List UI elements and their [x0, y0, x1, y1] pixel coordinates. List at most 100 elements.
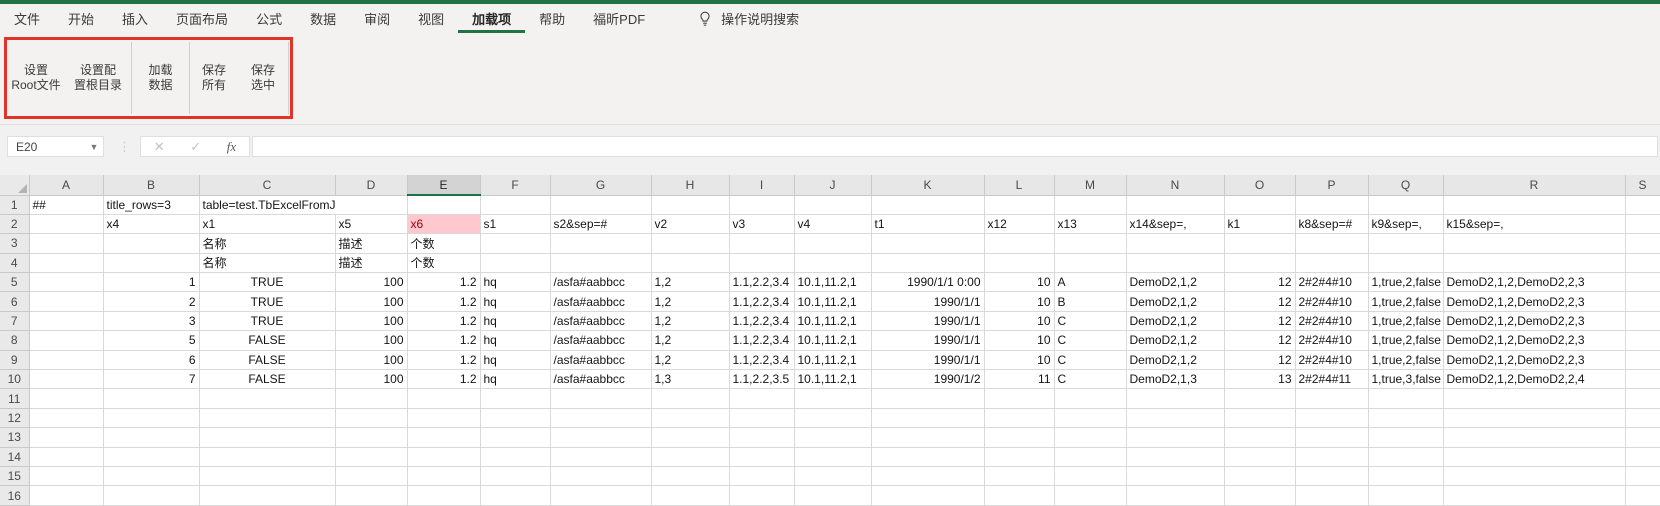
cell-R5[interactable]: DemoD2,1,2,DemoD2,2,3	[1443, 273, 1625, 292]
cell-C14[interactable]	[199, 447, 335, 466]
cell-N12[interactable]	[1126, 408, 1224, 427]
cell-E10[interactable]: 1.2	[407, 370, 480, 389]
cell-G15[interactable]	[550, 466, 651, 485]
cell-M8[interactable]: C	[1054, 331, 1126, 350]
cell-C3[interactable]: 名称	[199, 234, 335, 253]
cell-O10[interactable]: 13	[1224, 370, 1295, 389]
cell-I16[interactable]	[729, 486, 794, 505]
cell-P14[interactable]	[1295, 447, 1368, 466]
cell-G6[interactable]: /asfa#aabbcc	[550, 292, 651, 311]
tab-formulas[interactable]: 公式	[242, 4, 296, 33]
cell-D11[interactable]	[335, 389, 407, 408]
cell-K5[interactable]: 1990/1/1 0:00	[871, 273, 984, 292]
cell-D9[interactable]: 100	[335, 350, 407, 369]
cell-J13[interactable]	[794, 428, 871, 447]
cell-O13[interactable]	[1224, 428, 1295, 447]
cell-H5[interactable]: 1,2	[651, 273, 729, 292]
cell-F10[interactable]: hq	[480, 370, 550, 389]
cell-I13[interactable]	[729, 428, 794, 447]
cell-N11[interactable]	[1126, 389, 1224, 408]
cell-J9[interactable]: 10.1,11.2,1	[794, 350, 871, 369]
cell-E1[interactable]	[407, 195, 480, 214]
cell-N9[interactable]: DemoD2,1,2	[1126, 350, 1224, 369]
column-header-J[interactable]: J	[794, 175, 871, 195]
cell-N6[interactable]: DemoD2,1,2	[1126, 292, 1224, 311]
cell-P3[interactable]	[1295, 234, 1368, 253]
cell-R1[interactable]	[1443, 195, 1625, 214]
cell-Q7[interactable]: 1,true,2,false	[1368, 311, 1443, 330]
cell-S4[interactable]	[1625, 253, 1660, 272]
cell-G1[interactable]	[550, 195, 651, 214]
cell-G7[interactable]: /asfa#aabbcc	[550, 311, 651, 330]
cell-P10[interactable]: 2#2#4#11	[1295, 370, 1368, 389]
cell-P4[interactable]	[1295, 253, 1368, 272]
cell-L10[interactable]: 11	[984, 370, 1054, 389]
cell-B3[interactable]	[103, 234, 199, 253]
cell-A8[interactable]	[29, 331, 103, 350]
cell-B1[interactable]: title_rows=3	[103, 195, 199, 214]
cell-H1[interactable]	[651, 195, 729, 214]
cell-R9[interactable]: DemoD2,1,2,DemoD2,2,3	[1443, 350, 1625, 369]
cell-J15[interactable]	[794, 466, 871, 485]
cell-S5[interactable]	[1625, 273, 1660, 292]
cell-F1[interactable]	[480, 195, 550, 214]
cell-S10[interactable]	[1625, 370, 1660, 389]
cell-H8[interactable]: 1,2	[651, 331, 729, 350]
cell-S2[interactable]	[1625, 214, 1660, 233]
cell-L14[interactable]	[984, 447, 1054, 466]
cell-P15[interactable]	[1295, 466, 1368, 485]
button-set-config-root-dir[interactable]: 设置配 置根目录	[65, 40, 131, 116]
cell-S8[interactable]	[1625, 331, 1660, 350]
cell-M6[interactable]: B	[1054, 292, 1126, 311]
cell-Q12[interactable]	[1368, 408, 1443, 427]
cell-J8[interactable]: 10.1,11.2,1	[794, 331, 871, 350]
cell-K1[interactable]	[871, 195, 984, 214]
cell-I2[interactable]: v3	[729, 214, 794, 233]
cell-Q11[interactable]	[1368, 389, 1443, 408]
cell-M11[interactable]	[1054, 389, 1126, 408]
cell-A11[interactable]	[29, 389, 103, 408]
cell-F8[interactable]: hq	[480, 331, 550, 350]
cell-D13[interactable]	[335, 428, 407, 447]
cell-Q3[interactable]	[1368, 234, 1443, 253]
tab-insert[interactable]: 插入	[108, 4, 162, 33]
cell-B6[interactable]: 2	[103, 292, 199, 311]
cell-E8[interactable]: 1.2	[407, 331, 480, 350]
cell-S6[interactable]	[1625, 292, 1660, 311]
cell-J16[interactable]	[794, 486, 871, 505]
cell-L12[interactable]	[984, 408, 1054, 427]
cell-H15[interactable]	[651, 466, 729, 485]
cell-N13[interactable]	[1126, 428, 1224, 447]
cell-D7[interactable]: 100	[335, 311, 407, 330]
cell-K14[interactable]	[871, 447, 984, 466]
cell-S11[interactable]	[1625, 389, 1660, 408]
cell-N4[interactable]	[1126, 253, 1224, 272]
cell-L6[interactable]: 10	[984, 292, 1054, 311]
cell-A16[interactable]	[29, 486, 103, 505]
cell-S12[interactable]	[1625, 408, 1660, 427]
cell-B2[interactable]: x4	[103, 214, 199, 233]
cell-E11[interactable]	[407, 389, 480, 408]
cell-E7[interactable]: 1.2	[407, 311, 480, 330]
cell-A3[interactable]	[29, 234, 103, 253]
cell-G16[interactable]	[550, 486, 651, 505]
cell-I9[interactable]: 1.1,2.2,3.4	[729, 350, 794, 369]
chevron-down-icon[interactable]: ▼	[85, 142, 103, 152]
cell-R2[interactable]: k15&sep=,	[1443, 214, 1625, 233]
cell-G3[interactable]	[550, 234, 651, 253]
cell-N10[interactable]: DemoD2,1,3	[1126, 370, 1224, 389]
cell-J1[interactable]	[794, 195, 871, 214]
cell-F14[interactable]	[480, 447, 550, 466]
cell-O7[interactable]: 12	[1224, 311, 1295, 330]
row-header-5[interactable]: 5	[0, 273, 29, 292]
cell-M9[interactable]: C	[1054, 350, 1126, 369]
cell-O1[interactable]	[1224, 195, 1295, 214]
cell-S9[interactable]	[1625, 350, 1660, 369]
cell-S16[interactable]	[1625, 486, 1660, 505]
cell-P7[interactable]: 2#2#4#10	[1295, 311, 1368, 330]
row-header-1[interactable]: 1	[0, 195, 29, 214]
cell-I12[interactable]	[729, 408, 794, 427]
column-header-D[interactable]: D	[335, 175, 407, 195]
cell-D2[interactable]: x5	[335, 214, 407, 233]
tab-review[interactable]: 审阅	[350, 4, 404, 33]
